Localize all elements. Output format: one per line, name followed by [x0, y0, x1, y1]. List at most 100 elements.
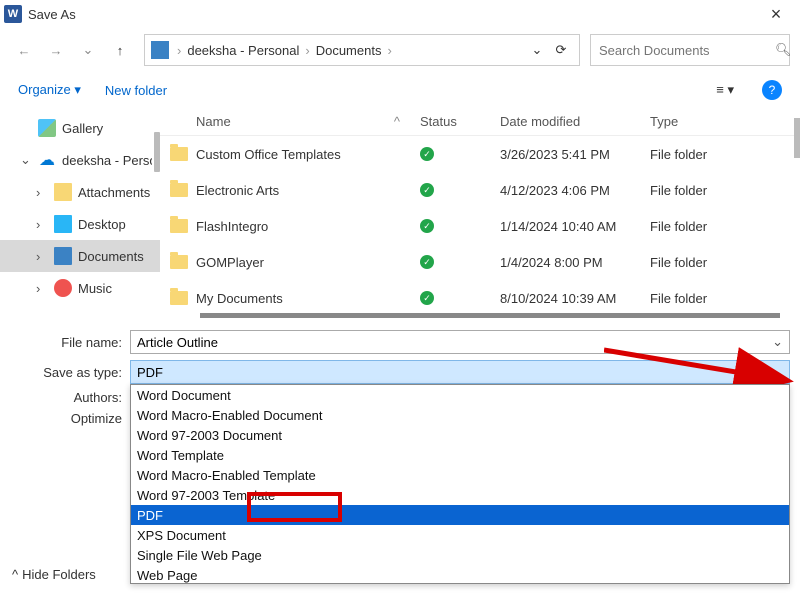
type-option[interactable]: Word Macro-Enabled Template: [131, 465, 789, 485]
sort-asc-icon: ^: [394, 114, 400, 129]
status-synced-icon: ✓: [420, 147, 434, 161]
status-synced-icon: ✓: [420, 291, 434, 305]
back-button[interactable]: ←: [10, 36, 38, 64]
file-type: File folder: [650, 255, 800, 270]
search-input[interactable]: 🔍︎: [590, 34, 790, 66]
chevron-right-icon: ›: [175, 43, 183, 58]
forward-button[interactable]: →: [42, 36, 70, 64]
folder-icon: [170, 147, 188, 161]
file-name: FlashIntegro: [196, 219, 268, 234]
save-as-type-value: PDF: [137, 365, 163, 380]
sidebar-item-label: Desktop: [78, 217, 126, 232]
gallery-icon: [38, 119, 56, 137]
refresh-icon[interactable]: ⟳: [549, 42, 573, 58]
file-date: 1/4/2024 8:00 PM: [500, 255, 650, 270]
folder-icon: [170, 183, 188, 197]
file-list: Name^ Status Date modified Type Custom O…: [160, 108, 800, 318]
file-date: 3/26/2023 5:41 PM: [500, 147, 650, 162]
column-header-date[interactable]: Date modified: [500, 114, 650, 129]
sidebar-item-label: Attachments: [78, 185, 150, 200]
type-option[interactable]: Word Template: [131, 445, 789, 465]
sidebar-item-label: Music: [78, 281, 112, 296]
filename-label: File name:: [10, 335, 130, 350]
sidebar: Gallery ⌄ ☁ deeksha - Personal › Attachme…: [0, 108, 160, 318]
column-headers: Name^ Status Date modified Type: [160, 108, 800, 136]
type-option[interactable]: Web Page: [131, 565, 789, 584]
folder-icon: [54, 183, 72, 201]
table-row[interactable]: GOMPlayer✓1/4/2024 8:00 PMFile folder: [160, 244, 800, 280]
table-row[interactable]: FlashIntegro ✓ 1/14/2024 10:40 AMFile fold…: [160, 208, 800, 244]
file-type: File folder: [650, 183, 800, 198]
optimize-label: Optimize: [10, 411, 130, 426]
save-as-type-dropdown-icon[interactable]: ⌄: [772, 364, 783, 380]
status-synced-icon: ✓: [420, 183, 434, 197]
type-option[interactable]: Single File Web Page: [131, 545, 789, 565]
breadcrumb[interactable]: › deeksha - Personal › Documents › ⌄ ⟳: [144, 34, 580, 66]
breadcrumb-item[interactable]: deeksha - Personal: [183, 43, 303, 58]
authors-label: Authors:: [10, 390, 130, 405]
chevron-up-icon: ^: [12, 567, 18, 582]
type-option[interactable]: Word 97-2003 Document: [131, 425, 789, 445]
collapse-icon[interactable]: ⌄: [20, 152, 32, 168]
type-option[interactable]: Word Document: [131, 385, 789, 405]
sidebar-item-desktop[interactable]: › Desktop: [0, 208, 160, 240]
file-date: 8/10/2024 10:39 AM: [500, 291, 650, 306]
folder-icon: [170, 219, 188, 233]
table-row[interactable]: Custom Office Templates ✓ 3/26/2023 5:41 P…: [160, 136, 800, 172]
expand-icon[interactable]: ›: [36, 185, 48, 200]
new-folder-button[interactable]: New folder: [105, 83, 167, 98]
save-as-type-field[interactable]: PDF ⌄: [130, 360, 790, 384]
window-title: Save As: [28, 7, 76, 22]
type-option[interactable]: Word Macro-Enabled Document: [131, 405, 789, 425]
sidebar-item-attachments[interactable]: › Attachments: [0, 176, 160, 208]
file-date: 4/12/2023 4:06 PM: [500, 183, 650, 198]
expand-icon[interactable]: ›: [36, 249, 48, 264]
sidebar-item-music[interactable]: › Music: [0, 272, 160, 304]
filename-value: Article Outline: [137, 335, 218, 350]
path-dropdown-icon[interactable]: ⌄: [525, 42, 549, 58]
column-header-type[interactable]: Type: [650, 114, 800, 129]
filelist-scrollbar[interactable]: [794, 118, 800, 158]
up-button[interactable]: ↑: [106, 36, 134, 64]
hide-folders-button[interactable]: ^ Hide Folders: [12, 567, 96, 582]
view-mode-button[interactable]: ≡ ▾: [712, 82, 738, 98]
search-icon[interactable]: 🔍︎: [775, 42, 792, 58]
type-option[interactable]: PDF: [131, 505, 789, 525]
table-row[interactable]: My Documents✓8/10/2024 10:39 AMFile fold…: [160, 280, 800, 316]
search-field[interactable]: [599, 43, 775, 58]
filename-field[interactable]: Article Outline ⌄: [130, 330, 790, 354]
column-header-name[interactable]: Name^: [160, 114, 420, 129]
file-name: Electronic Arts: [196, 183, 279, 198]
organize-button[interactable]: Organize ▾: [18, 82, 81, 98]
type-option[interactable]: XPS Document: [131, 525, 789, 545]
sidebar-item-gallery[interactable]: Gallery: [0, 112, 160, 144]
close-icon[interactable]: ×: [756, 4, 796, 25]
desktop-icon: [54, 215, 72, 233]
sidebar-item-label: Gallery: [62, 121, 103, 136]
expand-icon[interactable]: ›: [36, 281, 48, 296]
table-row[interactable]: Electronic Arts ✓ 4/12/2023 4:06 PMFile fo…: [160, 172, 800, 208]
expand-icon[interactable]: ›: [36, 217, 48, 232]
music-icon: [54, 279, 72, 297]
status-synced-icon: ✓: [420, 219, 434, 233]
filename-dropdown-icon[interactable]: ⌄: [772, 334, 783, 350]
word-app-icon: W: [4, 5, 22, 23]
sidebar-item-onedrive[interactable]: ⌄ ☁ deeksha - Personal: [0, 144, 160, 176]
file-type: File folder: [650, 219, 800, 234]
hide-folders-label: Hide Folders: [22, 567, 96, 582]
save-as-type-dropdown[interactable]: Word DocumentWord Macro-Enabled Document…: [130, 384, 790, 584]
breadcrumb-item[interactable]: Documents: [312, 43, 386, 58]
recent-dropdown-icon[interactable]: ⌄: [74, 36, 102, 64]
type-option[interactable]: Word 97-2003 Template: [131, 485, 789, 505]
help-icon[interactable]: ?: [762, 80, 782, 100]
folder-icon: [170, 291, 188, 305]
sidebar-item-documents[interactable]: › Documents: [0, 240, 160, 272]
sidebar-item-label: deeksha - Personal: [62, 153, 152, 168]
column-header-status[interactable]: Status: [420, 114, 500, 129]
onedrive-icon: ☁: [38, 151, 56, 169]
file-name: Custom Office Templates: [196, 147, 341, 162]
file-date: 1/14/2024 10:40 AM: [500, 219, 650, 234]
folder-icon: [170, 255, 188, 269]
file-name: GOMPlayer: [196, 255, 264, 270]
sidebar-item-label: Documents: [78, 249, 144, 264]
